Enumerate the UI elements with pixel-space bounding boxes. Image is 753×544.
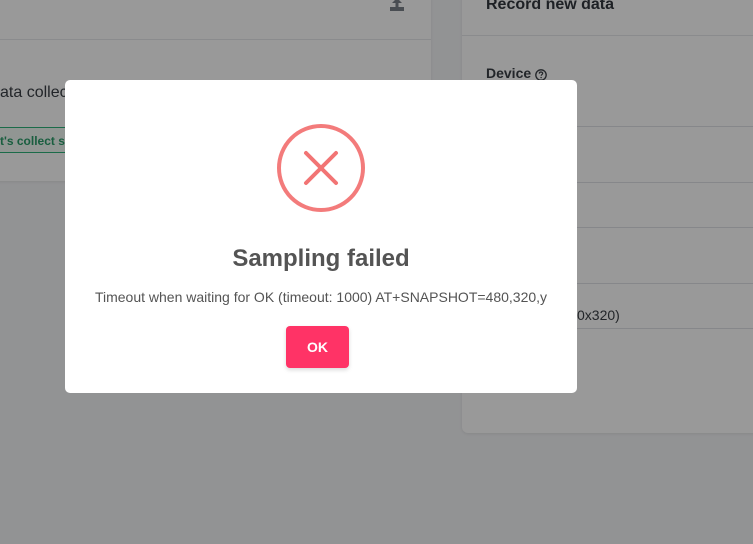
page: ata collec t's collect so Record new dat…: [0, 0, 753, 544]
dialog-title: Sampling failed: [232, 245, 410, 272]
sampling-failed-dialog: Sampling failed Timeout when waiting for…: [65, 80, 577, 393]
ok-button[interactable]: OK: [286, 326, 349, 368]
dialog-message: Timeout when waiting for OK (timeout: 10…: [94, 289, 548, 305]
error-x-circle-icon: [277, 124, 365, 212]
